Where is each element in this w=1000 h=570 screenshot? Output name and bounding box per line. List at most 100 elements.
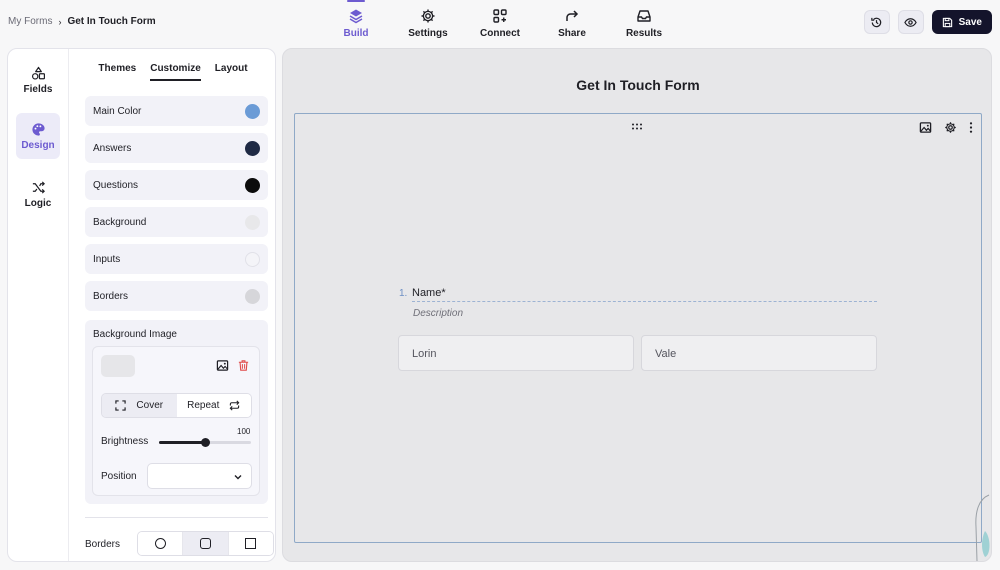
design-subtabs: Themes Customize Layout [69, 63, 275, 81]
inbox-icon [637, 10, 651, 22]
tab-results-label: Results [625, 28, 663, 39]
shuffle-icon [32, 180, 45, 194]
color-swatch[interactable] [245, 214, 260, 230]
brightness-slider-fill [159, 441, 205, 444]
card-toolbar [919, 121, 973, 134]
subtab-layout[interactable]: Layout [215, 63, 248, 81]
rounded-square-icon [199, 538, 211, 549]
color-swatch[interactable] [245, 251, 260, 267]
tab-results[interactable]: Results [608, 0, 680, 46]
breadcrumb: My Forms › Get In Touch Form [8, 16, 156, 27]
sidebar-rail: Fields Design Logic [8, 49, 69, 561]
fit-mode-toggle: Cover Repeat [101, 393, 252, 418]
repeat-label: Repeat [187, 400, 220, 411]
color-label: Questions [93, 179, 139, 191]
gear-icon [421, 9, 435, 23]
tab-connect[interactable]: Connect [464, 0, 536, 46]
breadcrumb-my-forms[interactable]: My Forms [8, 16, 52, 27]
color-row-inputs[interactable]: Inputs [85, 244, 268, 274]
form-title[interactable]: Get In Touch Form [283, 77, 991, 93]
more-vertical-icon[interactable] [969, 121, 973, 134]
image-icon[interactable] [919, 121, 932, 134]
color-row-background[interactable]: Background [85, 207, 268, 237]
brightness-value: 100 [237, 427, 251, 436]
position-select[interactable] [147, 463, 252, 489]
save-button-label: Save [958, 16, 982, 28]
first-name-input[interactable]: Lorin [398, 335, 634, 371]
border-round-option[interactable] [138, 532, 184, 555]
layers-icon [349, 9, 363, 24]
gear-icon[interactable] [944, 121, 957, 134]
shapes-icon [31, 66, 45, 80]
background-image-section: Background Image Cover Repeat Brightness [85, 320, 268, 504]
question-card[interactable]: 1. Name* Description Lorin Vale [294, 113, 982, 543]
top-actions: Save [863, 10, 992, 34]
square-shape-icon [245, 538, 257, 549]
circle-shape-icon [154, 538, 166, 549]
color-swatch[interactable] [245, 288, 260, 304]
sidebar-item-design[interactable]: Design [16, 113, 60, 159]
color-row-questions[interactable]: Questions [85, 170, 268, 200]
history-button[interactable] [863, 10, 890, 34]
border-square-option[interactable] [228, 532, 273, 555]
cover-label: Cover [136, 400, 164, 411]
color-label: Answers [93, 142, 132, 154]
background-image-title: Background Image [93, 329, 177, 340]
brightness-slider[interactable] [159, 438, 251, 447]
color-swatch[interactable] [245, 140, 260, 156]
sidebar-item-fields-label: Fields [23, 83, 53, 95]
trash-icon[interactable] [237, 359, 250, 372]
tab-settings[interactable]: Settings [392, 0, 464, 46]
sidebar-item-fields[interactable]: Fields [16, 57, 60, 103]
history-icon [871, 17, 882, 27]
color-row-answers[interactable]: Answers [85, 133, 268, 163]
tab-build[interactable]: Build [320, 0, 392, 46]
color-row-main-color[interactable]: Main Color [85, 96, 268, 126]
palette-icon [31, 122, 45, 136]
divider [85, 517, 268, 518]
drag-handle-icon[interactable] [631, 123, 643, 130]
sidebar-item-design-label: Design [21, 139, 55, 151]
borders-label: Borders [85, 539, 121, 550]
brightness-label: Brightness [101, 436, 149, 447]
tab-connect-label: Connect [480, 28, 520, 39]
chevron-right-icon: › [58, 16, 62, 27]
repeat-icon [229, 400, 240, 411]
background-thumbnail[interactable] [101, 355, 135, 377]
tab-build-label: Build [343, 28, 369, 39]
subtab-themes[interactable]: Themes [98, 63, 136, 81]
sidebar-item-logic[interactable]: Logic [16, 171, 60, 217]
expand-icon [115, 400, 127, 411]
preview-button[interactable] [897, 10, 924, 34]
cover-option[interactable]: Cover [102, 394, 177, 417]
question-title[interactable]: Name* [412, 287, 446, 299]
tab-settings-label: Settings [408, 28, 448, 39]
share-arrow-icon [566, 10, 579, 21]
tab-share-label: Share [558, 28, 586, 39]
decorative-illustration [975, 494, 990, 561]
color-swatch[interactable] [245, 103, 260, 119]
question-number: 1. [399, 288, 408, 299]
background-image-controls: Cover Repeat Brightness 100 Position [92, 346, 260, 496]
top-bar: My Forms › Get In Touch Form Build Setti… [0, 0, 1000, 46]
tab-share[interactable]: Share [536, 0, 608, 46]
color-row-borders[interactable]: Borders [85, 281, 268, 311]
eye-icon [904, 17, 917, 27]
save-button[interactable]: Save [931, 10, 992, 34]
design-panel: Fields Design Logic Themes Customize Lay… [7, 48, 276, 562]
border-rounded-option[interactable] [183, 532, 229, 555]
color-swatch[interactable] [245, 177, 260, 193]
save-icon [942, 17, 952, 27]
design-settings: Themes Customize Layout Main Color Answe… [69, 49, 275, 561]
grid-plus-icon [493, 9, 507, 23]
brightness-slider-handle[interactable] [201, 438, 210, 447]
last-name-input[interactable]: Vale [641, 335, 877, 371]
position-label: Position [101, 471, 137, 482]
color-label: Main Color [93, 105, 142, 117]
image-icon[interactable] [216, 359, 229, 372]
question-description[interactable]: Description [413, 308, 463, 319]
sidebar-item-logic-label: Logic [24, 197, 52, 209]
subtab-customize[interactable]: Customize [150, 63, 201, 81]
repeat-option[interactable]: Repeat [176, 394, 251, 417]
chevron-down-icon [234, 475, 242, 480]
